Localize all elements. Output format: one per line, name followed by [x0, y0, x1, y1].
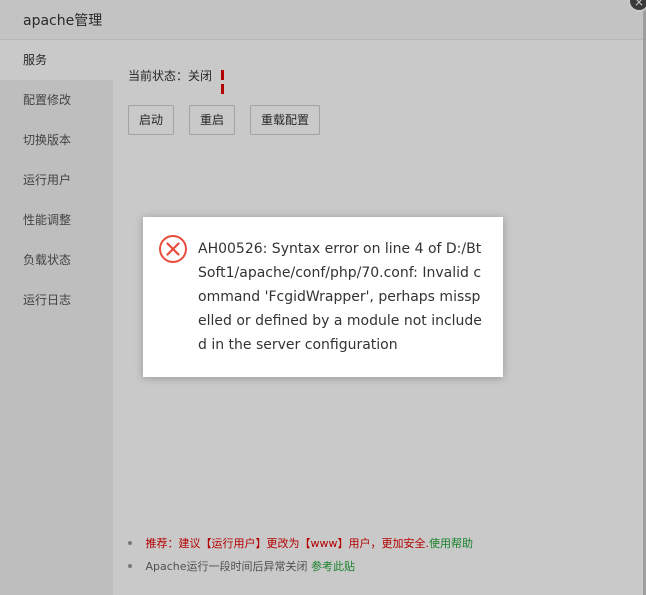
error-circle-icon	[159, 235, 187, 263]
error-message: AH00526: Syntax error on line 4 of D:/Bt…	[198, 241, 482, 353]
error-dialog: AH00526: Syntax error on line 4 of D:/Bt…	[143, 217, 503, 377]
